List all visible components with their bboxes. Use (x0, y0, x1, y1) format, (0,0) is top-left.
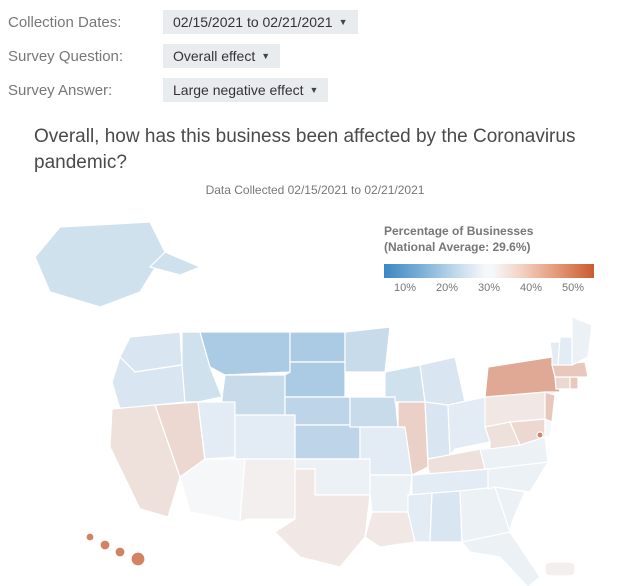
state-SD[interactable] (285, 362, 345, 397)
map-wrap: Percentage of Businesses (National Avera… (0, 197, 630, 586)
survey-question-label: Survey Question: (8, 48, 163, 65)
state-RI[interactable] (570, 377, 578, 389)
state-IN[interactable] (425, 402, 450, 459)
state-NJ[interactable] (545, 392, 555, 422)
state-HI[interactable] (86, 533, 145, 566)
state-IA[interactable] (345, 397, 398, 427)
state-AL[interactable] (430, 491, 462, 542)
state-FL[interactable] (462, 532, 540, 586)
state-CO[interactable] (235, 415, 295, 459)
state-MN[interactable] (345, 327, 390, 372)
legend-tick: 50% (552, 282, 594, 294)
state-AK[interactable] (35, 222, 200, 307)
state-OH[interactable] (448, 397, 490, 455)
legend-color-bar (384, 264, 594, 278)
legend-line1: Percentage of Businesses (384, 223, 594, 239)
legend-tick: 40% (510, 282, 552, 294)
state-CT[interactable] (555, 377, 570, 389)
controls: Collection Dates: 02/15/2021 to 02/21/20… (0, 0, 630, 116)
collection-dates-value: 02/15/2021 to 02/21/2021 (173, 14, 333, 30)
state-ND[interactable] (290, 332, 345, 362)
chevron-down-icon: ▼ (310, 85, 319, 95)
legend-tick: 20% (426, 282, 468, 294)
state-NH[interactable] (558, 337, 572, 365)
page-title: Overall, how has this business been affe… (0, 116, 630, 175)
legend-tick: 10% (384, 282, 426, 294)
state-NY[interactable] (485, 357, 560, 397)
state-UT[interactable] (198, 402, 235, 459)
legend-line2: (National Average: 29.6%) (384, 239, 594, 255)
chevron-down-icon: ▼ (339, 17, 348, 27)
survey-question-dropdown[interactable]: Overall effect ▼ (163, 44, 280, 68)
state-DC[interactable] (537, 432, 543, 438)
row-survey-answer: Survey Answer: Large negative effect ▼ (8, 78, 622, 102)
legend-title: Percentage of Businesses (National Avera… (384, 223, 594, 255)
survey-question-value: Overall effect (173, 48, 255, 64)
state-WI[interactable] (385, 365, 425, 402)
page-subtitle: Data Collected 02/15/2021 to 02/21/2021 (0, 183, 630, 197)
state-NM[interactable] (240, 459, 295, 522)
state-MT[interactable] (200, 332, 290, 375)
state-LA[interactable] (365, 512, 415, 547)
state-ME[interactable] (572, 317, 592, 365)
survey-answer-dropdown[interactable]: Large negative effect ▼ (163, 78, 328, 102)
state-MI[interactable] (420, 357, 465, 407)
collection-dates-label: Collection Dates: (8, 14, 163, 31)
state-NE[interactable] (285, 397, 350, 425)
state-AR[interactable] (370, 475, 412, 512)
state-KS[interactable] (295, 425, 360, 459)
legend: Percentage of Businesses (National Avera… (384, 223, 594, 293)
survey-answer-value: Large negative effect (173, 82, 304, 98)
legend-tick: 30% (468, 282, 510, 294)
row-survey-question: Survey Question: Overall effect ▼ (8, 44, 622, 68)
row-collection-dates: Collection Dates: 02/15/2021 to 02/21/20… (8, 10, 622, 34)
collection-dates-dropdown[interactable]: 02/15/2021 to 02/21/2021 ▼ (163, 10, 358, 34)
chevron-down-icon: ▼ (261, 51, 270, 61)
state-PR[interactable] (545, 562, 575, 576)
survey-answer-label: Survey Answer: (8, 82, 163, 99)
legend-ticks: 10% 20% 30% 40% 50% (384, 282, 594, 294)
